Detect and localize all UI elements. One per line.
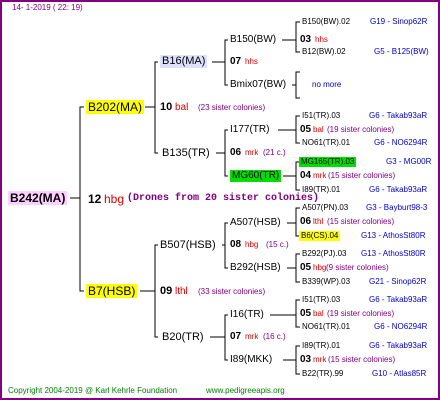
queen-gen5-11-ref: G6 - NO6294R	[374, 322, 428, 331]
queen-gen5-8-name: B292(PJ).03	[302, 249, 347, 258]
queen-gen4-6-code: bal	[313, 309, 324, 318]
queen-gen1-number: 12	[88, 192, 102, 206]
queen-gen2-1-code: lthl	[175, 286, 188, 297]
queen-gen2-1-name: B7(HSB)	[86, 284, 138, 298]
queen-gen5-2-name: I51(TR).03	[302, 111, 341, 120]
queen-gen4-1-note: no more	[312, 80, 342, 89]
queen-gen5-4-name: MG165(TR).03	[299, 157, 357, 167]
queen-gen5-2-ref: G6 - Takab93aR	[369, 111, 428, 120]
queen-gen3-3-number: 07	[230, 331, 242, 342]
queen-gen5-12-name: I89(TR).01	[302, 341, 341, 350]
queen-gen4-5-code: hbg	[313, 263, 327, 272]
queen-gen2-1-number: 09	[160, 285, 173, 297]
queen-gen4-2-code: bal	[313, 125, 324, 134]
queen-gen4-7-code: mrk	[313, 355, 327, 364]
queen-gen4-4-code: lthl	[313, 217, 324, 226]
queen-gen5-1-ref: G5 - B125(BW)	[374, 47, 429, 56]
queen-gen4-3-number: 04	[300, 170, 312, 181]
queen-gen4-5-number: 05	[300, 262, 312, 273]
queen-gen5-7-name: B6(CS).04	[299, 231, 341, 241]
queen-gen5-4-ref: G3 - MG00R	[386, 157, 432, 166]
queen-gen5-13-name: B22(TR).99	[302, 369, 344, 378]
queen-gen4-3-code: mrk	[313, 171, 327, 180]
queen-gen3-1-note: (21 c.)	[263, 148, 286, 157]
queen-gen4-5-name: B292(HSB)	[230, 262, 281, 273]
queen-gen4-6-number: 05	[300, 308, 312, 319]
queen-gen5-1-name: B12(BW).02	[302, 47, 346, 56]
queen-gen4-7-note: (15 sister colonies)	[328, 355, 396, 364]
queen-gen4-4-number: 06	[300, 216, 312, 227]
queen-gen5-10-ref: G6 - Takab93aR	[369, 295, 428, 304]
queen-gen5-12-ref: G6 - Takab93aR	[369, 341, 428, 350]
queen-gen4-2-note: (19 sister colonies)	[327, 125, 395, 134]
queen-gen4-7-name: I89(MKK)	[230, 354, 273, 365]
queen-gen5-3-name: NO61(TR).01	[302, 138, 351, 147]
queen-gen1-code: hbg	[104, 192, 125, 206]
connector-gen1	[79, 106, 84, 292]
queen-gen5-11-name: NO61(TR).01	[302, 322, 351, 331]
connector-gen2-lower	[154, 244, 158, 338]
queen-gen3-0-code: hhs	[245, 57, 258, 66]
queen-gen5-7-ref: G13 - AthosSt80R	[361, 231, 426, 240]
queen-gen3-3-note: (16 c.)	[263, 332, 286, 341]
queen-gen5-6-ref: G3 - Bayburt98-3	[366, 203, 428, 212]
queen-gen5-13-ref: G10 - Atlas85R	[372, 369, 427, 378]
queen-gen4-6-name: I16(TR)	[230, 309, 264, 320]
queen-gen1-name: B242(MA)	[8, 191, 68, 205]
queen-gen4-3-note: (15 sister colonies)	[328, 171, 396, 180]
queen-gen5-0-name: B150(BW).02	[302, 17, 351, 26]
queen-gen4-7-number: 03	[300, 354, 312, 365]
queen-gen5-5-ref: G6 - Takab93aR	[369, 185, 428, 194]
queen-gen3-2-number: 08	[230, 239, 242, 250]
queen-gen4-1-name: Bmix07(BW)	[230, 79, 287, 90]
queen-gen5-0-ref: G19 - Sinop62R	[370, 17, 428, 26]
connector-b20	[224, 314, 228, 361]
queen-gen5-5-name: I89(TR).01	[302, 185, 341, 194]
queen-gen4-3-name: MG60(TR)	[230, 170, 282, 182]
queen-gen4-0-name: B150(BW)	[230, 34, 277, 45]
footer-site-link[interactable]: www.pedigreeapis.org	[206, 386, 285, 396]
queen-gen2-0-note: (23 sister colonies)	[198, 103, 266, 112]
queen-gen3-3-code: mrk	[245, 332, 259, 341]
footer-copyright: Copyright 2004-2019 @ Karl Kehrle Founda…	[8, 386, 178, 395]
queen-gen3-2-note: (15 c.)	[266, 240, 289, 249]
queen-gen5-6-name: A507(PN).03	[302, 203, 349, 212]
queen-gen4-2-name: I177(TR)	[230, 124, 270, 135]
queen-gen4-6-note: (19 sister colonies)	[327, 309, 395, 318]
queen-gen2-1-note: (33 sister colonies)	[198, 287, 266, 296]
queen-gen2-0-number: 10	[160, 101, 173, 113]
pedigree-page: 14- 1-2019 ( 22: 19) B242(MA) 12 hbg (Dr…	[0, 0, 440, 400]
queen-gen4-0-number: 03	[300, 34, 312, 45]
queen-gen3-2-code: hbg	[245, 240, 259, 249]
connector-b135	[224, 129, 228, 177]
connector-b16	[224, 39, 228, 86]
queen-gen4-4-note: (15 sister colonies)	[327, 217, 395, 226]
queen-gen4-4-name: A507(HSB)	[230, 217, 281, 228]
header-timestamp: 14- 1-2019 ( 22: 19)	[12, 3, 83, 12]
connector-gen2-upper	[154, 61, 158, 154]
queen-gen4-2-number: 05	[300, 124, 312, 135]
queen-gen5-8-ref: G13 - AthosSt80R	[361, 249, 426, 258]
queen-gen3-0-name: B16(MA)	[160, 55, 208, 68]
queen-gen4-0-code: hhs	[315, 35, 328, 44]
queen-gen3-3-name: B20(TR)	[162, 331, 204, 343]
connector-bmix07	[295, 71, 300, 99]
queen-gen1-note: (Drones from 20 sister colonies)	[127, 193, 320, 204]
queen-gen3-2-name: B507(HSB)	[160, 239, 216, 251]
queen-gen3-1-name: B135(TR)	[162, 147, 210, 159]
queen-gen4-5-note: (9 sister colonies)	[326, 263, 389, 272]
queen-gen5-10-name: I51(TR).03	[302, 295, 341, 304]
queen-gen2-0-code: bal	[175, 102, 189, 113]
queen-gen5-9-ref: G21 - Sinop62R	[369, 277, 427, 286]
queen-gen2-0-name: B202(MA)	[86, 100, 145, 114]
connector-b507	[224, 222, 228, 269]
queen-gen5-3-ref: G6 - NO6294R	[374, 138, 428, 147]
queen-gen3-1-code: mrk	[245, 148, 259, 157]
queen-gen5-9-name: B339(WP).03	[302, 277, 351, 286]
queen-gen3-1-number: 06	[230, 147, 242, 158]
queen-gen3-0-number: 07	[230, 56, 242, 67]
